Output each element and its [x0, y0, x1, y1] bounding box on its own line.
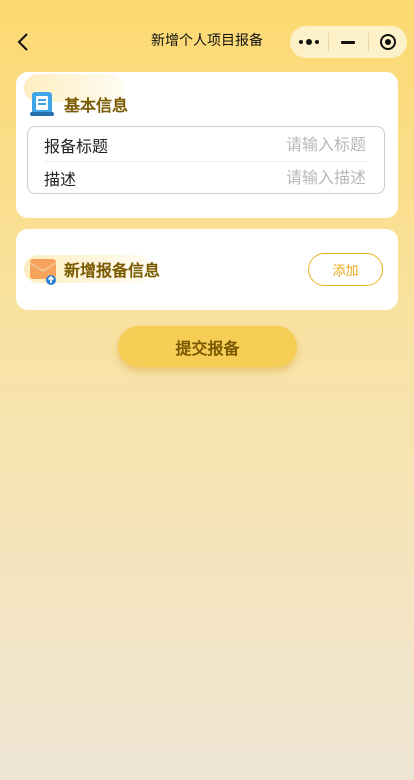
add-report-header: 新增报备信息 [28, 254, 161, 285]
minimize-icon[interactable] [329, 26, 367, 58]
mini-program-capsule [290, 26, 407, 58]
form-row-description: 描述 [44, 161, 368, 194]
notebook-icon [28, 90, 56, 118]
description-label: 描述 [44, 169, 77, 189]
title-label: 报备标题 [44, 136, 109, 156]
submit-report-button[interactable]: 提交报备 [118, 326, 297, 367]
add-report-card: 新增报备信息 添加 [16, 229, 398, 310]
form-row-title: 报备标题 [44, 128, 368, 162]
basic-info-card: 基本信息 报备标题 描述 [16, 72, 398, 218]
title-input[interactable] [204, 134, 368, 155]
add-report-title: 新增报备信息 [64, 261, 161, 280]
basic-info-form: 报备标题 描述 [27, 126, 385, 194]
basic-info-header: 基本信息 [28, 89, 128, 119]
basic-info-title: 基本信息 [64, 96, 129, 115]
close-target-icon[interactable] [369, 26, 407, 58]
description-input[interactable] [204, 167, 368, 188]
envelope-upload-icon [28, 255, 57, 285]
add-button[interactable]: 添加 [308, 253, 383, 286]
more-icon[interactable] [290, 26, 328, 58]
